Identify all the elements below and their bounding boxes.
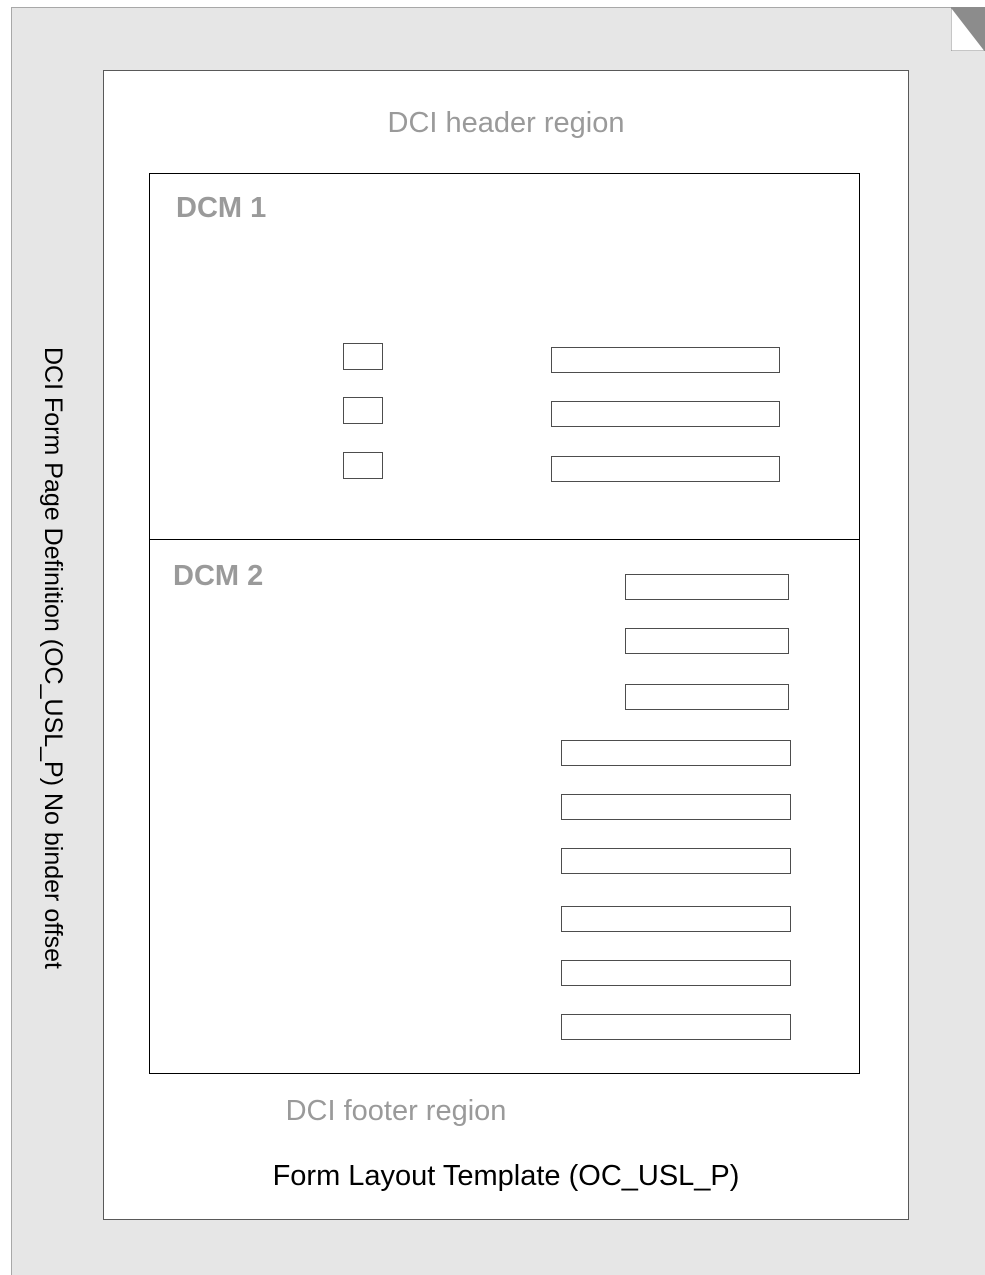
dcm-1-checkbox [343, 452, 383, 479]
form-layout-template: DCI header region DCM 1 DCM 2 DCI footer… [103, 70, 909, 1220]
dcm-2-field [561, 906, 791, 932]
dcm-2-panel: DCM 2 [149, 539, 860, 1074]
page-fold-icon [951, 7, 985, 51]
dcm-2-field [625, 684, 789, 710]
dcm-1-checkbox [343, 397, 383, 424]
footer-region-label: DCI footer region [285, 1095, 507, 1127]
dcm-2-field [561, 960, 791, 986]
dcm-2-label: DCM 2 [173, 560, 264, 592]
dcm-1-field [551, 456, 780, 482]
header-region-label: DCI header region [387, 107, 625, 139]
dcm-2-field [561, 848, 791, 874]
dcm-1-panel: DCM 1 [149, 173, 860, 541]
form-layout-template-title: Form Layout Template (OC_USL_P) [272, 1160, 740, 1192]
dcm-2-field [561, 1014, 791, 1040]
dcm-2-field [561, 740, 791, 766]
dcm-1-field [551, 347, 780, 373]
dcm-1-label: DCM 1 [176, 192, 267, 224]
dcm-1-checkbox [343, 343, 383, 370]
page-definition-label: DCI Form Page Definition (OC_USL_P) No b… [39, 346, 67, 970]
dcm-2-field [625, 628, 789, 654]
dcm-2-field [625, 574, 789, 600]
dcm-2-field [561, 794, 791, 820]
dcm-1-field [551, 401, 780, 427]
